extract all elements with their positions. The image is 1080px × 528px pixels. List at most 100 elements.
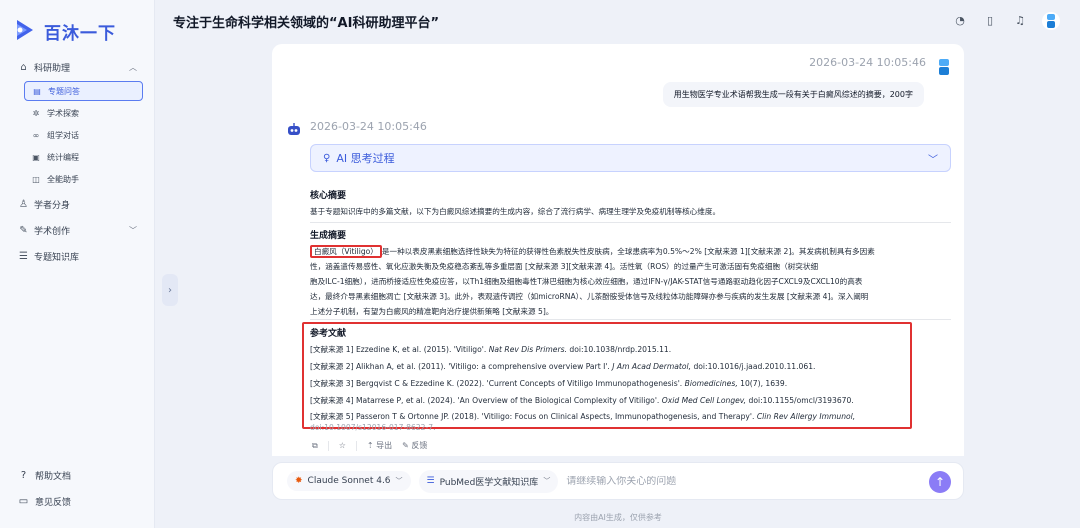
summary-line: 性，涵盖遗传易感性、氧化应激失衡及免疫稳态紊乱等多重层面 [文献来源 3][文献… [310, 262, 819, 271]
reference-doi: doi:10.1016/j.jaad.2010.11.061. [691, 362, 816, 371]
sidebar-item-all-assistant[interactable]: ◫ 全能助手 [24, 169, 143, 189]
claude-icon: ✸ [295, 476, 303, 486]
reference-journal: Clin Rev Allergy Immunol, [756, 412, 856, 421]
code-icon: ▣ [32, 152, 40, 162]
chevron-down-icon: ﹀ [543, 477, 551, 485]
chevron-down-icon: ﹀ [928, 154, 938, 166]
ai-thinking-toggle[interactable]: ♀ AI 思考过程 ﹀ [310, 144, 951, 172]
reference-text: [文献来源 3] Bergqvist C & Ezzedine K. (2022… [310, 379, 685, 388]
sidebar-group-knowledge-base[interactable]: ☰ 专题知识库 [0, 245, 155, 267]
sidebar-item-omics-chat[interactable]: ∞ 组学对话 [24, 125, 143, 145]
sidebar-item-label: 学术探索 [47, 108, 79, 118]
feedback-button[interactable]: ✎ 反馈 [402, 440, 427, 451]
sidebar-item-academic-explore[interactable]: ✲ 学术探索 [24, 103, 143, 123]
sidebar-group-research-assistant[interactable]: ⌂ 科研助理 ︿ [0, 56, 155, 78]
page-title: 专注于生命科学相关领域的“AI科研助理平台” [173, 16, 439, 31]
summary-line: 上述分子机制，有望为白癜风的精准靶向治疗提供新策略 [文献来源 5]。 [310, 307, 554, 316]
send-button[interactable]: ↑ [929, 471, 951, 493]
reference-item-continued: doi:10.1007/s12016-017-8622-7. [310, 423, 436, 432]
query-input[interactable] [566, 475, 927, 487]
ai-disclaimer: 内容由AI生成，仅供参考 [574, 513, 662, 522]
avatar[interactable] [1042, 12, 1060, 30]
logo-icon [17, 20, 33, 40]
reference-item: [文献来源 5] Passeron T & Ortonne JP. (2018)… [310, 411, 855, 422]
mobile-icon[interactable]: ▯ [982, 13, 998, 29]
reference-doi: 10(7), 1639. [737, 379, 788, 388]
lightbulb-icon: ♀ [323, 152, 331, 164]
sidebar-group-label: 科研助理 [34, 63, 71, 74]
upload-icon: ⇡ [366, 441, 374, 450]
reference-text: [文献来源 1] Ezzedine K, et al. (2015). 'Vit… [310, 345, 489, 354]
export-label: 导出 [376, 441, 393, 450]
divider [355, 440, 357, 451]
reference-text: [文献来源 2] Alikhan A, et al. (2011). 'Viti… [310, 362, 613, 371]
sidebar-group-scholar-avatar[interactable]: ♙ 学者分身 [0, 193, 155, 215]
chevron-up-icon: ︿ [129, 62, 137, 72]
chevron-down-icon: ﹀ [129, 225, 137, 235]
reference-item: [文献来源 3] Bergqvist C & Ezzedine K. (2022… [310, 378, 787, 389]
robot-icon: ⌂ [20, 61, 27, 73]
bell-icon[interactable]: ♫ [1012, 13, 1028, 29]
summary-line: 白癜风（Vitiligo） 是一种以表皮黑素细胞选择性缺失为特征的获得性色素脱失性… [310, 244, 955, 259]
divider [310, 222, 951, 223]
chevron-down-icon: ﹀ [395, 477, 403, 485]
reference-text: [文献来源 4] Matarrese P, et al. (2024). 'An… [310, 396, 662, 405]
references-heading: 参考文献 [310, 329, 347, 339]
summary-text: 基于专题知识库中的多篇文献，以下为白癜风综述摘要的生成内容，综合了流行病学、病理… [310, 207, 721, 216]
reference-text: [文献来源 5] Passeron T & Ortonne JP. (2018)… [310, 412, 757, 421]
write-icon: ✎ [19, 224, 28, 236]
message-actions: ⧉ ☆ ⇡ 导出 ✎ 反馈 [312, 440, 427, 451]
top-toolbar: ◔ ▯ ♫ [952, 12, 1060, 30]
user-avatar-icon [939, 59, 949, 75]
reference-journal: Oxid Med Cell Longev, [661, 396, 747, 405]
brand-logo[interactable]: 百沐一下 [14, 18, 116, 44]
model-selector[interactable]: ✸ Claude Sonnet 4.6 ﹀ [287, 471, 411, 491]
generated-summary-text: 白癜风（Vitiligo） 是一种以表皮黑素细胞选择性缺失为特征的获得性色素脱失性… [310, 244, 955, 319]
help-docs-label: 帮助文档 [35, 471, 72, 482]
generated-summary-heading: 生成摘要 [310, 231, 347, 241]
divider [327, 440, 329, 451]
feedback-link[interactable]: ▭ 意见反馈 [18, 488, 71, 514]
sidebar-toggle-button[interactable]: › [162, 274, 178, 306]
reference-item: [文献来源 4] Matarrese P, et al. (2024). 'An… [310, 395, 854, 406]
dashboard-icon[interactable]: ◔ [952, 13, 968, 29]
sidebar-item-label: 统计编程 [47, 152, 79, 162]
sidebar-bottom: ? 帮助文档 ▭ 意见反馈 [18, 462, 71, 514]
atom-icon: ✲ [32, 108, 40, 118]
help-icon: ? [20, 469, 27, 481]
reference-journal: J Am Acad Dermatol, [612, 362, 692, 371]
arrow-up-icon: ↑ [934, 475, 946, 489]
knowledge-base-label: PubMed医学文献知识库 [439, 477, 539, 488]
doc-icon: ▤ [33, 86, 41, 96]
chat-panel: 2026-03-24 10:05:46 用生物医学专业术语帮我生成一段有关于白癜… [272, 44, 964, 456]
sidebar-group-label: 专题知识库 [34, 252, 80, 263]
reference-item: [文献来源 1] Ezzedine K, et al. (2015). 'Vit… [310, 344, 671, 355]
highlighted-term: 白癜风（Vitiligo） [310, 245, 382, 258]
reference-item: [文献来源 2] Alikhan A, et al. (2011). 'Viti… [310, 361, 815, 372]
copy-icon[interactable]: ⧉ [312, 441, 318, 451]
sidebar-group-academic-writing[interactable]: ✎ 学术创作 ﹀ [0, 219, 155, 241]
knowledge-base-selector[interactable]: ☰ PubMed医学文献知识库 ﹀ [418, 469, 559, 493]
reference-journal: Nat Rev Dis Primers. [488, 345, 567, 354]
all-icon: ◫ [32, 174, 40, 184]
edit-icon: ✎ [402, 441, 409, 450]
sidebar-item-stats-programming[interactable]: ▣ 统计编程 [24, 147, 143, 167]
divider [310, 319, 951, 320]
sidebar-group-label: 学术创作 [34, 226, 71, 237]
sidebar-item-topic-qa[interactable]: ▤ 专题问答 [24, 81, 143, 101]
user-icon: ♙ [19, 198, 28, 210]
model-label: Claude Sonnet 4.6 [307, 476, 391, 486]
sidebar-item-label: 全能助手 [47, 174, 79, 184]
export-button[interactable]: ⇡ 导出 [367, 440, 392, 451]
star-icon[interactable]: ☆ [339, 441, 346, 450]
help-docs-link[interactable]: ? 帮助文档 [18, 462, 71, 488]
database-icon: ☰ [426, 476, 435, 486]
ai-robot-icon [288, 123, 300, 135]
thinking-label: AI 思考过程 [336, 152, 395, 165]
avatar-icon [1047, 14, 1055, 28]
sidebar-group-label: 学者分身 [34, 200, 71, 211]
reference-doi: doi:10.1038/nrdp.2015.11. [566, 345, 672, 354]
user-message-time: 2026-03-24 10:05:46 [809, 56, 926, 69]
brand-name: 百沐一下 [44, 23, 116, 44]
chevron-right-icon: › [168, 284, 172, 296]
